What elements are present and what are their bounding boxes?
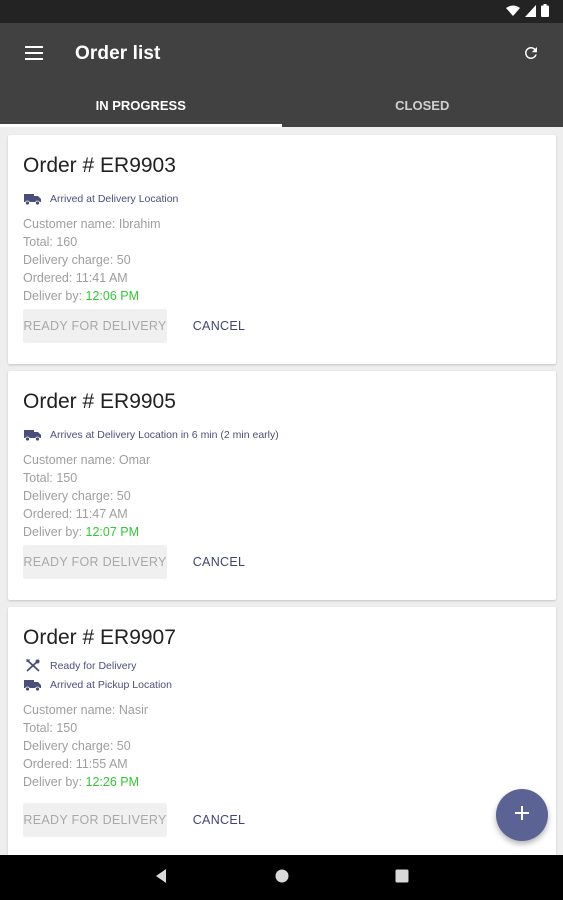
add-order-button[interactable] bbox=[496, 789, 548, 841]
refresh-icon bbox=[522, 44, 540, 67]
order-card: Order # ER9907 Ready for Delivery Arrive… bbox=[8, 607, 556, 855]
truck-icon bbox=[24, 678, 41, 691]
add-icon bbox=[514, 805, 530, 826]
deliver-by-label: Deliver by: bbox=[23, 525, 83, 539]
wifi-icon bbox=[506, 4, 520, 22]
order-total: Total: 160 bbox=[23, 235, 78, 249]
tab-closed[interactable]: CLOSED bbox=[282, 89, 563, 127]
utensils-icon bbox=[24, 659, 41, 672]
order-title: Order # ER9907 bbox=[23, 626, 176, 649]
tab-bar: IN PROGRESS CLOSED bbox=[0, 89, 563, 127]
recents-icon bbox=[395, 869, 409, 888]
delivery-charge: Delivery charge: 50 bbox=[23, 253, 131, 267]
deliver-by-time: 12:26 PM bbox=[85, 775, 140, 789]
tab-in-progress[interactable]: IN PROGRESS bbox=[0, 89, 282, 127]
menu-button[interactable] bbox=[20, 41, 48, 69]
order-total: Total: 150 bbox=[23, 721, 78, 735]
status-icons bbox=[506, 4, 549, 22]
truck-icon bbox=[24, 428, 41, 441]
home-button[interactable] bbox=[271, 867, 293, 889]
ordered-time: Ordered: 11:55 AM bbox=[23, 757, 128, 771]
ready-for-delivery-button[interactable]: READY FOR DELIVERY bbox=[23, 803, 167, 837]
cancel-button[interactable]: CANCEL bbox=[188, 309, 250, 343]
deliver-by: Deliver by: 12:26 PM bbox=[23, 775, 139, 789]
deliver-by: Deliver by: 12:07 PM bbox=[23, 525, 139, 539]
order-list[interactable]: Order # ER9903 Arrived at Delivery Locat… bbox=[0, 127, 563, 855]
order-title: Order # ER9905 bbox=[23, 390, 176, 413]
order-status: Arrives at Delivery Location in 6 min (2… bbox=[24, 428, 279, 441]
deliver-by-time: 12:07 PM bbox=[85, 525, 140, 539]
status-bar bbox=[0, 0, 563, 23]
order-card: Order # ER9903 Arrived at Delivery Locat… bbox=[8, 135, 556, 364]
system-nav-bar bbox=[0, 855, 563, 900]
status-text: Arrived at Pickup Location bbox=[50, 678, 172, 691]
menu-icon bbox=[25, 45, 43, 65]
ready-for-delivery-button[interactable]: READY FOR DELIVERY bbox=[23, 309, 167, 343]
ordered-time: Ordered: 11:41 AM bbox=[23, 271, 128, 285]
status-text: Ready for Delivery bbox=[50, 659, 137, 672]
recents-button[interactable] bbox=[391, 867, 413, 889]
order-status: Arrived at Pickup Location bbox=[24, 678, 172, 691]
ordered-time: Ordered: 11:47 AM bbox=[23, 507, 128, 521]
order-title: Order # ER9903 bbox=[23, 154, 176, 177]
battery-icon bbox=[541, 4, 549, 22]
deliver-by-label: Deliver by: bbox=[23, 289, 83, 303]
page-title: Order list bbox=[75, 43, 161, 64]
status-text: Arrived at Delivery Location bbox=[50, 192, 179, 205]
home-icon bbox=[275, 869, 289, 888]
ready-for-delivery-button[interactable]: READY FOR DELIVERY bbox=[23, 545, 167, 579]
refresh-button[interactable] bbox=[517, 41, 545, 69]
app-bar: Order list IN PROGRESS CLOSED bbox=[0, 23, 563, 127]
customer-name: Customer name: Omar bbox=[23, 453, 151, 467]
delivery-charge: Delivery charge: 50 bbox=[23, 739, 131, 753]
order-status: Ready for Delivery bbox=[24, 659, 136, 672]
truck-icon bbox=[24, 192, 41, 205]
customer-name: Customer name: Nasir bbox=[23, 703, 149, 717]
deliver-by-label: Deliver by: bbox=[23, 775, 83, 789]
cancel-button[interactable]: CANCEL bbox=[188, 803, 250, 837]
back-button[interactable] bbox=[150, 867, 172, 889]
deliver-by-time: 12:06 PM bbox=[85, 289, 140, 303]
delivery-charge: Delivery charge: 50 bbox=[23, 489, 131, 503]
customer-name: Customer name: Ibrahim bbox=[23, 217, 161, 231]
cancel-button[interactable]: CANCEL bbox=[188, 545, 250, 579]
status-text: Arrives at Delivery Location in 6 min (2… bbox=[50, 428, 279, 441]
signal-icon bbox=[525, 4, 536, 22]
deliver-by: Deliver by: 12:06 PM bbox=[23, 289, 139, 303]
order-status: Arrived at Delivery Location bbox=[24, 192, 178, 205]
order-card: Order # ER9905 Arrives at Delivery Locat… bbox=[8, 371, 556, 600]
back-icon bbox=[154, 868, 168, 889]
order-total: Total: 150 bbox=[23, 471, 78, 485]
